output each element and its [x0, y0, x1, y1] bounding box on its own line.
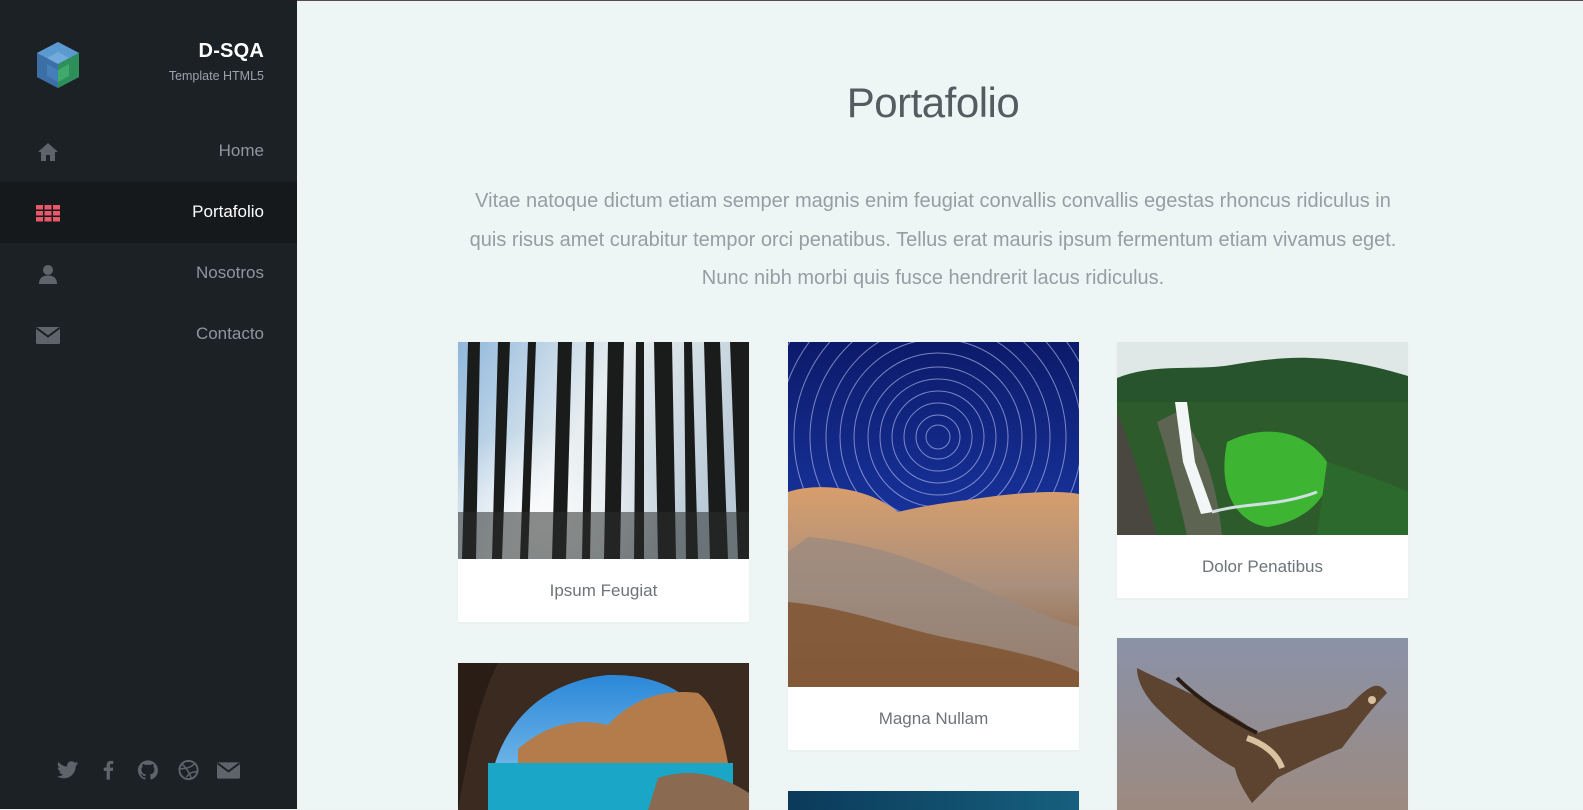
main-content: Portafolio Vitae natoque dictum etiam se… — [297, 0, 1583, 810]
envelope-icon — [36, 327, 60, 344]
page-title: Portafolio — [846, 79, 1020, 126]
sea-cave-image — [458, 663, 749, 810]
nav-label-nosotros: Nosotros — [195, 263, 264, 282]
facebook-icon[interactable] — [97, 759, 120, 781]
nav-label-home: Home — [218, 141, 264, 160]
intro-paragraph: Vitae natoque dictum etiam semper magnis… — [469, 190, 1397, 289]
dribbble-icon[interactable] — [177, 759, 200, 781]
email-icon[interactable] — [217, 759, 240, 781]
nav-label-portafolio: Portafolio — [192, 202, 264, 221]
star-trails-image — [788, 342, 1079, 687]
github-icon[interactable] — [137, 759, 160, 781]
main-nav: Home Portafolio Nosotros Contacto — [0, 121, 297, 365]
forest-image — [458, 342, 749, 559]
nav-label-contacto: Contacto — [195, 324, 264, 343]
nav-item-home[interactable]: Home — [0, 121, 297, 182]
nav-item-nosotros[interactable]: Nosotros — [0, 243, 297, 304]
card-caption: Dolor Penatibus — [1202, 557, 1323, 576]
card-caption: Ipsum Feugiat — [549, 581, 658, 600]
card-caption: Magna Nullam — [878, 709, 989, 728]
waterfall-image — [1117, 342, 1408, 535]
grid-icon — [36, 205, 60, 222]
user-icon — [39, 265, 57, 284]
vulture-image — [1117, 638, 1408, 810]
brand-name: D-SQA — [198, 40, 264, 62]
portfolio-card-magna-nullam[interactable]: Magna Nullam — [788, 342, 1079, 750]
portfolio-card-dolor-penatibus[interactable]: Dolor Penatibus — [1117, 342, 1408, 598]
night-sky-image — [788, 791, 1079, 810]
twitter-icon[interactable] — [57, 759, 80, 781]
portfolio-card-vulture[interactable] — [1117, 638, 1408, 810]
brand-header: D-SQA Template HTML5 — [0, 0, 297, 120]
brand-subtitle: Template HTML5 — [168, 69, 264, 83]
portfolio-card-ipsum-feugiat[interactable]: Ipsum Feugiat — [458, 342, 749, 622]
home-icon — [38, 143, 58, 161]
nav-item-contacto[interactable]: Contacto — [0, 304, 297, 365]
logo-cube-icon[interactable] — [33, 40, 83, 90]
social-links — [0, 759, 297, 781]
sidebar: D-SQA Template HTML5 Home Portafolio Nos… — [0, 0, 297, 809]
nav-item-portafolio[interactable]: Portafolio — [0, 182, 297, 243]
portfolio-card-night-sky[interactable] — [788, 791, 1079, 810]
portfolio-card-sea-cave[interactable] — [458, 663, 749, 810]
